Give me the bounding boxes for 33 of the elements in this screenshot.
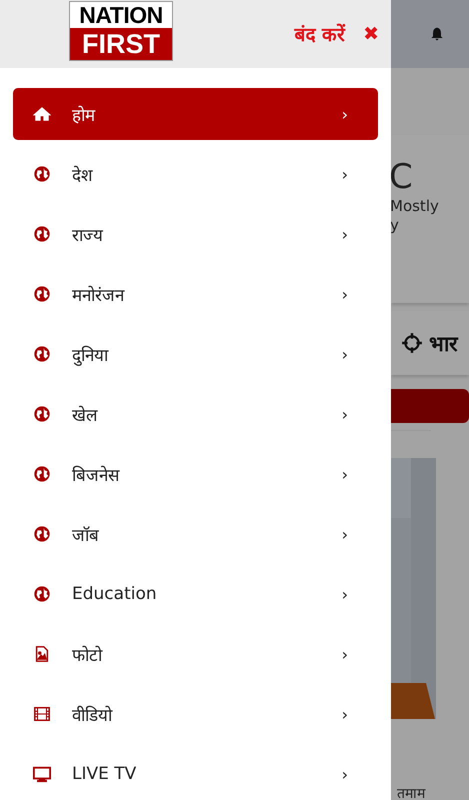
menu-item[interactable]: राज्य ›: [13, 208, 378, 260]
globe-icon: [33, 285, 51, 303]
headline-text: तमाम: [397, 785, 425, 800]
globe-icon: [33, 465, 51, 483]
menu-item[interactable]: LIVE TV ›: [13, 748, 378, 800]
menu-item[interactable]: होम ›: [13, 88, 378, 140]
logo-text: FIRST: [70, 28, 172, 60]
bell-icon[interactable]: [429, 26, 445, 42]
menu-item[interactable]: दुनिया ›: [13, 328, 378, 380]
home-icon: [33, 105, 51, 123]
menu-item[interactable]: बिजनेस ›: [13, 448, 378, 500]
logo-text: NATION: [70, 2, 172, 28]
menu-item[interactable]: फोटो ›: [13, 628, 378, 680]
monitor-icon: [33, 765, 51, 783]
menu-item[interactable]: खेल ›: [13, 388, 378, 440]
globe-icon: [33, 345, 51, 363]
globe-icon: [33, 525, 51, 543]
globe-icon: [33, 165, 51, 183]
location-text: भार: [429, 331, 458, 357]
close-button[interactable]: बंद करें ✖: [294, 21, 379, 47]
weather-text: Mostly: [391, 197, 440, 216]
film-icon: [33, 705, 51, 723]
menu-item[interactable]: वीडियो ›: [13, 688, 378, 740]
globe-icon: [33, 585, 51, 603]
globe-icon: [33, 405, 51, 423]
globe-icon: [33, 225, 51, 243]
weather-temperature: C: [391, 157, 414, 197]
menu-item[interactable]: Education ›: [13, 568, 378, 620]
menu-item[interactable]: जॉब ›: [13, 508, 378, 560]
image-icon: [33, 645, 51, 663]
menu-item[interactable]: मनोरंजन ›: [13, 268, 378, 320]
crosshair-icon: [401, 332, 423, 354]
menu-item[interactable]: देश ›: [13, 148, 378, 200]
